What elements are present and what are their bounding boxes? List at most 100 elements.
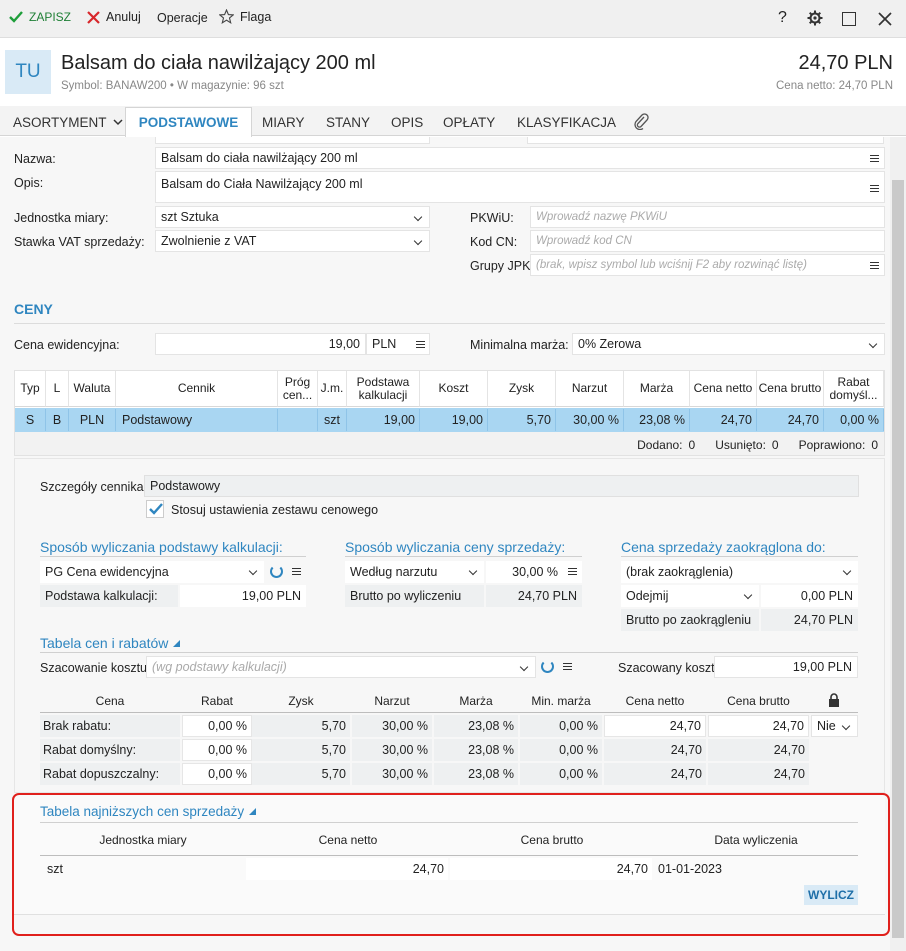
gear-icon[interactable]: [807, 10, 823, 26]
cena-ewidencyjna-input[interactable]: 19,00: [155, 333, 366, 355]
subtract-amount-input[interactable]: 0,00 PLN: [761, 585, 858, 607]
col-header-narzut: Narzut: [374, 693, 410, 708]
cell-marza: 23,08 %: [624, 409, 690, 431]
cell-l: B: [46, 409, 69, 431]
cell-narzut: 30,00 %: [352, 739, 432, 761]
cell-min-marza: 0,00 %: [520, 715, 602, 737]
menu-icon[interactable]: [870, 185, 879, 192]
cell-marza: 23,08 %: [434, 739, 518, 761]
col-header-marza[interactable]: Marża: [624, 371, 690, 407]
scrollbar-thumb[interactable]: [892, 180, 904, 938]
refresh-icon[interactable]: [270, 565, 283, 578]
cell-marza: 23,08 %: [434, 763, 518, 785]
cell-rabat[interactable]: 0,00 %: [182, 715, 252, 737]
cell-cena-brutto: 24,70: [708, 739, 809, 761]
row-label: Rabat domyślny:: [40, 739, 180, 761]
symbol-line: Symbol: BANAW200 • W magazynie: 96 szt: [61, 80, 284, 92]
cell-podstawa: 19,00: [347, 409, 420, 431]
col-header-jm[interactable]: J.m.: [318, 371, 347, 407]
cn-code-input[interactable]: Wprowadź kod CN: [530, 230, 885, 252]
col-header-cena-netto[interactable]: Cena netto: [690, 371, 757, 407]
menu-icon[interactable]: [563, 663, 572, 670]
cost-estimation-label: Szacowanie kosztu:: [40, 661, 151, 675]
cancel-button[interactable]: Anuluj: [87, 10, 141, 24]
sale-method-select[interactable]: Według narzutu: [345, 561, 484, 583]
operations-menu[interactable]: Operacje: [157, 11, 208, 25]
col-header-l[interactable]: L: [46, 371, 69, 407]
gross-after-calc-value: 24,70 PLN: [486, 585, 582, 607]
paperclip-icon[interactable]: [633, 112, 649, 130]
description-label: Opis:: [14, 176, 44, 190]
divider: [40, 556, 306, 557]
cell-waluta: PLN: [69, 409, 116, 431]
min-margin-select[interactable]: 0% Zerowa: [572, 333, 885, 355]
menu-icon[interactable]: [292, 568, 301, 575]
tab-opis[interactable]: OPIS: [391, 115, 423, 130]
description-input[interactable]: Balsam do Ciała Nawilżający 200 ml: [155, 171, 885, 203]
tab-stany[interactable]: STANY: [326, 115, 370, 130]
cell-cena-netto[interactable]: 24,70: [604, 715, 706, 737]
tab-oplaty[interactable]: OPŁATY: [443, 115, 495, 130]
rounding-select[interactable]: (brak zaokrąglenia): [621, 561, 858, 583]
col-header-koszt[interactable]: Koszt: [420, 371, 488, 407]
save-button[interactable]: ZAPISZ: [8, 10, 71, 24]
maximize-icon[interactable]: [842, 12, 856, 26]
tab-asortyment[interactable]: ASORTYMENT: [13, 115, 123, 130]
checkmark-icon: [149, 503, 163, 515]
menu-icon[interactable]: [568, 568, 577, 575]
col-header-zysk[interactable]: Zysk: [488, 371, 556, 407]
col-header-cennik[interactable]: Cennik: [116, 371, 278, 407]
col-header-narzut[interactable]: Narzut: [556, 371, 624, 407]
cell-rabat[interactable]: 0,00 %: [182, 739, 252, 761]
name-input[interactable]: Balsam do ciała nawilżający 200 ml: [155, 147, 885, 169]
cell-cena-brutto[interactable]: 24,70: [708, 715, 809, 737]
divider: [14, 323, 885, 324]
divider: [621, 556, 858, 557]
base-method-select[interactable]: PG Cena ewidencyjna: [40, 561, 264, 583]
col-header-marza: Marża: [459, 693, 493, 708]
cost-estimation-select[interactable]: (wg podstawy kalkulacji): [146, 656, 536, 678]
flag-button[interactable]: Flaga: [219, 9, 271, 24]
vat-select[interactable]: Zwolnienie z VAT: [155, 230, 430, 252]
discount-rule-select[interactable]: Nie: [811, 715, 858, 737]
section-base-calc: Sposób wyliczania podstawy kalkulacji:: [40, 539, 283, 555]
menu-icon[interactable]: [870, 155, 879, 162]
col-header-prog[interactable]: Próg cen...: [278, 371, 318, 407]
chevron-down-icon: [112, 119, 123, 126]
tab-podstawowe[interactable]: PODSTAWOWE: [125, 107, 252, 137]
pkwiu-input[interactable]: Wprowadź nazwę PKWiU: [530, 206, 885, 228]
unit-select[interactable]: szt Sztuka: [155, 206, 430, 228]
cell-min-marza: 0,00 %: [520, 739, 602, 761]
cell-rabat: 0,00 %: [824, 409, 884, 431]
menu-icon[interactable]: [870, 262, 879, 269]
gross-after-rounding-label: Brutto po zaokrągleniu: [621, 609, 759, 631]
estimated-cost-input[interactable]: 19,00 PLN: [714, 656, 858, 678]
divider: [345, 556, 582, 557]
col-header-zysk: Zysk: [288, 693, 314, 708]
col-header-cena-brutto[interactable]: Cena brutto: [757, 371, 824, 407]
subtract-select[interactable]: Odejmij: [621, 585, 759, 607]
jpk-label: Grupy JPK:: [470, 259, 534, 273]
col-header-waluta[interactable]: Waluta: [69, 371, 116, 407]
cennik-details-label: Szczegóły cennika:: [40, 480, 148, 494]
row-label: Rabat dopuszczalny:: [40, 763, 180, 785]
jpk-input[interactable]: (brak, wpisz symbol lub wciśnij F2 aby r…: [530, 254, 885, 276]
col-header-rabat[interactable]: Rabat domyśl...: [824, 371, 884, 407]
section-price-discounts[interactable]: Tabela cen i rabatów: [40, 635, 181, 651]
help-button[interactable]: ?: [778, 9, 787, 27]
menu-icon[interactable]: [416, 341, 425, 348]
cell-zysk: 5,70: [252, 715, 350, 737]
col-header-podstawa[interactable]: Podstawa kalkulacji: [347, 371, 420, 407]
gross-after-rounding-value: 24,70 PLN: [761, 609, 858, 631]
gross-after-calc-label: Brutto po wyliczeniu: [345, 585, 484, 607]
close-window-icon[interactable]: [878, 12, 892, 26]
tab-miary[interactable]: MIARY: [262, 115, 305, 130]
col-header-typ[interactable]: Typ: [15, 371, 46, 407]
base-calc-label: Podstawa kalkulacji:: [40, 585, 178, 607]
cell-rabat[interactable]: 0,00 %: [182, 763, 252, 785]
base-calc-input[interactable]: 19,00 PLN: [180, 585, 306, 607]
tab-klasyfikacja[interactable]: KLASYFIKACJA: [517, 115, 616, 130]
refresh-icon[interactable]: [541, 660, 554, 673]
check-icon: [9, 11, 23, 23]
star-icon: [219, 9, 234, 24]
